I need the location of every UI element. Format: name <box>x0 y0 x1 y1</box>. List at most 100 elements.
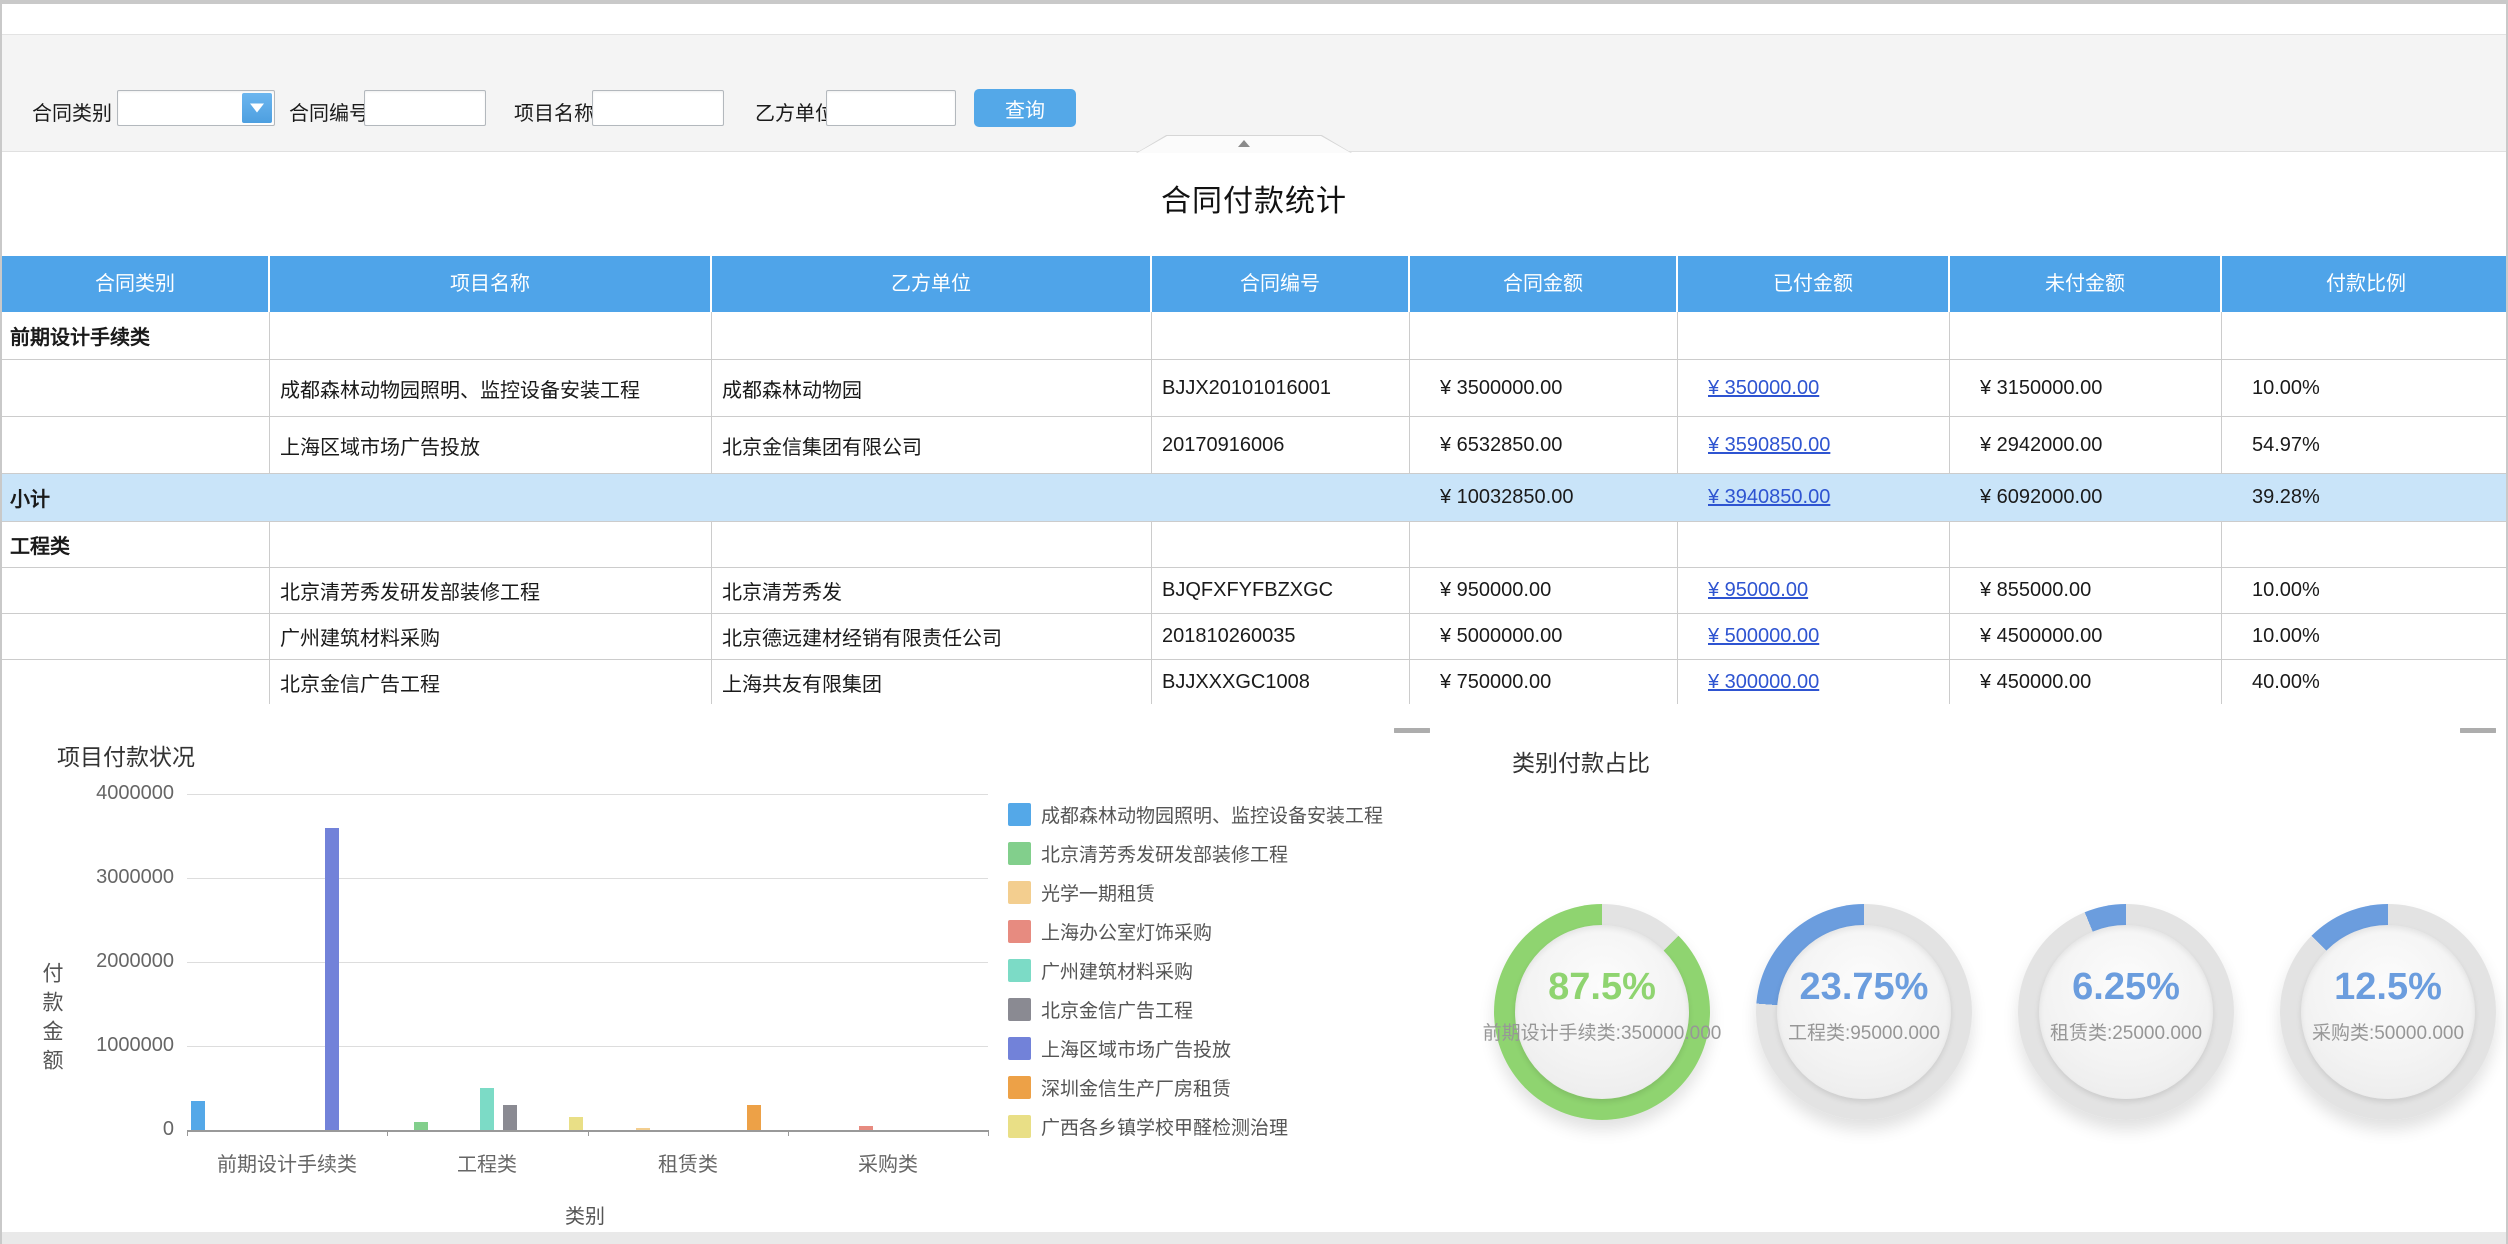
table-row[interactable]: 北京清芳秀发研发部装修工程北京清芳秀发BJQFXFYFBZXGC¥ 950000… <box>2 568 2508 614</box>
column-header[interactable]: 付款比例 <box>2222 256 2508 312</box>
table-group-row[interactable]: 前期设计手续类 <box>2 312 2508 360</box>
legend-item[interactable]: 上海区域市场广告投放 <box>1008 1035 1383 1062</box>
paid-amount-link[interactable]: ¥ 95000.00 <box>1708 579 1808 602</box>
x-tick-label: 租赁类 <box>578 1148 798 1177</box>
table-cell: 40.00% <box>2222 660 2508 705</box>
paid-amount-link[interactable]: ¥ 350000.00 <box>1708 377 1819 400</box>
bar-chart-panel: 项目付款状况 40000003000000200000010000000前期设计… <box>2 704 1482 1236</box>
legend-item[interactable]: 光学一期租赁 <box>1008 879 1383 906</box>
table-row[interactable]: 北京金信广告工程上海共友有限集团BJJXXXGC1008¥ 750000.00¥… <box>2 660 2508 706</box>
donut-chart-title: 类别付款占比 <box>1512 744 1650 778</box>
table-cell: BJQFXFYFBZXGC <box>1152 568 1410 613</box>
donut-percent: 12.5% <box>2280 966 2496 1009</box>
legend-item[interactable]: 上海办公室灯饰采购 <box>1008 918 1383 945</box>
x-axis-tick <box>187 1130 188 1136</box>
column-header[interactable]: 合同类别 <box>2 256 270 312</box>
legend-item[interactable]: 北京金信广告工程 <box>1008 996 1383 1023</box>
x-axis-tick <box>988 1130 989 1136</box>
bar[interactable] <box>859 1126 873 1130</box>
project-name-input[interactable] <box>592 90 724 126</box>
legend-item[interactable]: 北京清芳秀发研发部装修工程 <box>1008 840 1383 867</box>
legend-swatch-icon <box>1008 842 1031 865</box>
legend-label: 广西各乡镇学校甲醛检测治理 <box>1041 1113 1288 1140</box>
table-row[interactable]: 成都森林动物园照明、监控设备安装工程成都森林动物园BJJX20101016001… <box>2 360 2508 417</box>
paid-amount-link[interactable]: ¥ 500000.00 <box>1708 625 1819 648</box>
bar[interactable] <box>191 1101 205 1130</box>
bar[interactable] <box>414 1122 428 1130</box>
dropdown-button[interactable] <box>242 93 272 123</box>
bar-chart-x-axis-name: 类别 <box>565 1200 605 1229</box>
bar[interactable] <box>325 828 339 1130</box>
table-cell: ¥ 500000.00 <box>1678 614 1950 659</box>
donut-percent: 23.75% <box>1756 966 1972 1009</box>
table-body: 前期设计手续类成都森林动物园照明、监控设备安装工程成都森林动物园BJJX2010… <box>2 312 2508 706</box>
donut-chart-panel: 类别付款占比 87.5%前期设计手续类:350000.00023.75%工程类:… <box>1482 704 2508 1236</box>
collapse-filter-handle[interactable] <box>1136 135 1352 153</box>
bar[interactable] <box>747 1105 761 1130</box>
column-header[interactable]: 未付金额 <box>1950 256 2222 312</box>
table-cell: ¥ 750000.00 <box>1410 660 1678 705</box>
table-cell <box>1152 474 1410 521</box>
paid-amount-link[interactable]: ¥ 3590850.00 <box>1708 434 1830 457</box>
table-cell: ¥ 10032850.00 <box>1410 474 1678 521</box>
table-row[interactable]: 广州建筑材料采购北京德远建材经销有限责任公司201810260035¥ 5000… <box>2 614 2508 660</box>
table-cell: 北京德远建材经销有限责任公司 <box>712 614 1152 659</box>
column-header[interactable]: 合同编号 <box>1152 256 1410 312</box>
table-cell <box>2222 312 2508 359</box>
table-cell: ¥ 855000.00 <box>1950 568 2222 613</box>
x-axis-tick <box>588 1130 589 1136</box>
bar[interactable] <box>503 1105 517 1130</box>
table-cell <box>270 522 712 567</box>
party-b-input[interactable] <box>826 90 956 126</box>
table-cell <box>1950 312 2222 359</box>
payment-table: 合同类别项目名称乙方单位合同编号合同金额已付金额未付金额付款比例 前期设计手续类… <box>2 256 2508 706</box>
party-b-label: 乙方单位 <box>755 97 835 126</box>
table-cell: ¥ 6532850.00 <box>1410 417 1678 473</box>
legend-item[interactable]: 成都森林动物园照明、监控设备安装工程 <box>1008 801 1383 828</box>
table-row[interactable]: 上海区域市场广告投放北京金信集团有限公司20170916006¥ 6532850… <box>2 417 2508 474</box>
paid-amount-link[interactable]: ¥ 3940850.00 <box>1708 486 1830 509</box>
column-header[interactable]: 已付金额 <box>1678 256 1950 312</box>
contract-payment-dashboard: 合同类别 合同编号 项目名称 乙方单位 查询 合同付款统计 合同类别项目名称乙方… <box>0 0 2508 1244</box>
search-button[interactable]: 查询 <box>974 89 1076 127</box>
legend-label: 广州建筑材料采购 <box>1041 957 1193 984</box>
table-cell: 成都森林动物园 <box>712 360 1152 416</box>
bar[interactable] <box>636 1128 650 1130</box>
bar-chart-y-axis-name: 付款金额 <box>36 962 66 1078</box>
table-group-row[interactable]: 工程类 <box>2 522 2508 568</box>
table-cell: 北京清芳秀发 <box>712 568 1152 613</box>
table-cell <box>2 660 270 705</box>
gridline <box>187 1046 988 1047</box>
horizontal-scrollbar[interactable] <box>2 1232 2506 1244</box>
legend-item[interactable]: 广州建筑材料采购 <box>1008 957 1383 984</box>
column-header[interactable]: 合同金额 <box>1410 256 1678 312</box>
legend-item[interactable]: 广西各乡镇学校甲醛检测治理 <box>1008 1113 1383 1140</box>
table-subtotal-row[interactable]: 小计¥ 10032850.00¥ 3940850.00¥ 6092000.003… <box>2 474 2508 522</box>
legend-swatch-icon <box>1008 1037 1031 1060</box>
legend-label: 北京清芳秀发研发部装修工程 <box>1041 840 1288 867</box>
table-cell <box>712 522 1152 567</box>
legend-swatch-icon <box>1008 1076 1031 1099</box>
table-cell <box>1410 522 1678 567</box>
legend-label: 北京金信广告工程 <box>1041 996 1193 1023</box>
donut-percent: 87.5% <box>1494 966 1710 1009</box>
contract-number-input[interactable] <box>364 90 486 126</box>
column-header[interactable]: 乙方单位 <box>712 256 1152 312</box>
column-header[interactable]: 项目名称 <box>270 256 712 312</box>
paid-amount-link[interactable]: ¥ 300000.00 <box>1708 671 1819 694</box>
table-cell: 北京清芳秀发研发部装修工程 <box>270 568 712 613</box>
table-cell <box>1152 312 1410 359</box>
y-tick-label: 3000000 <box>44 866 174 889</box>
table-cell <box>2222 522 2508 567</box>
table-cell <box>270 474 712 521</box>
bar[interactable] <box>480 1088 494 1130</box>
legend-label: 深圳金信生产厂房租赁 <box>1041 1074 1231 1101</box>
table-cell: 10.00% <box>2222 568 2508 613</box>
legend-item[interactable]: 深圳金信生产厂房租赁 <box>1008 1074 1383 1101</box>
table-cell: 北京金信集团有限公司 <box>712 417 1152 473</box>
contract-type-select[interactable] <box>117 90 275 126</box>
bar[interactable] <box>569 1117 583 1130</box>
gridline <box>187 794 988 795</box>
donut-hole <box>1515 925 1689 1099</box>
table-header-row: 合同类别项目名称乙方单位合同编号合同金额已付金额未付金额付款比例 <box>2 256 2508 312</box>
